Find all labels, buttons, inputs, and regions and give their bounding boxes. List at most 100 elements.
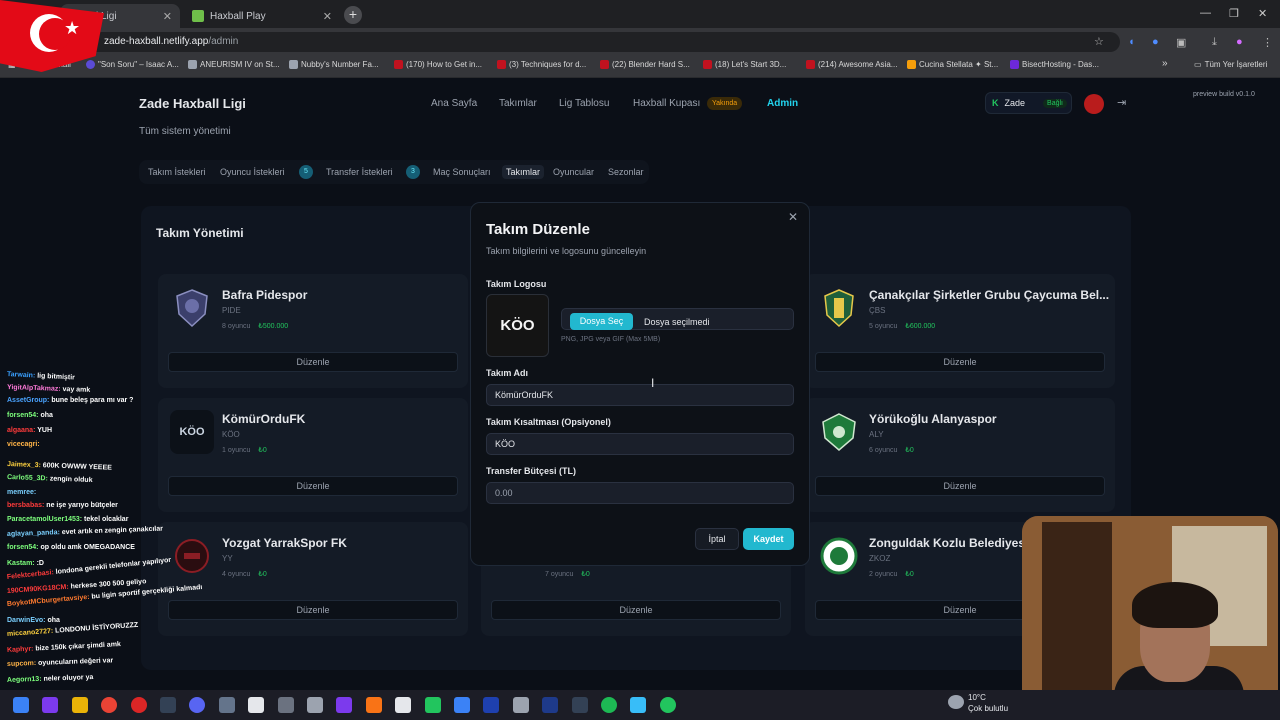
chat-username: vicecagri: [7,441,40,448]
team-logo [170,286,214,330]
avatar[interactable] [1084,94,1104,114]
edit-button[interactable]: Düzenle [815,476,1105,496]
chat-message: Kastam: :D [7,560,44,567]
chat-text: :D [34,560,44,567]
chat-message: forsen54: oha [7,412,53,419]
chat-username: Kastam: [7,560,35,567]
team-logo-preview: KÖO [486,294,549,357]
logout-icon[interactable]: ⇥ [1117,96,1126,109]
bookmark-item[interactable]: Cucina Stellata ✦ St... [907,60,998,69]
bookmark-item[interactable]: BisectHosting - Das... [1010,60,1099,69]
team-name-input[interactable]: KömürOrduFK [486,384,794,406]
tab-oyuncular[interactable]: Oyuncular [553,167,594,177]
chat-username: algaana: [7,427,36,434]
unreal-icon[interactable] [248,697,265,713]
soon-badge: Yakında [707,97,743,110]
fresco-icon[interactable] [483,697,500,713]
windows-icon[interactable] [13,697,29,713]
copilot-icon[interactable] [42,697,59,713]
bookmark-item[interactable]: (214) Awesome Asia... [806,60,897,69]
steam-icon[interactable] [571,697,588,713]
team-name: Yörükoğlu Alanyaspor [869,412,997,426]
app-icon[interactable] [395,697,412,713]
choose-file-button[interactable]: Dosya Seç [570,313,633,330]
chat-username: DarwinEvo: [7,617,46,624]
edit-button[interactable]: Düzenle [815,352,1105,372]
budget-input[interactable]: 0.00 [486,482,794,504]
budget: ₺0 [581,571,590,578]
abbr-label: Takım Kısaltması (Opsiyonel) [486,417,611,427]
steam-icon[interactable] [160,697,176,713]
unity-icon[interactable] [307,697,323,713]
edit-button[interactable]: Düzenle [168,352,458,372]
file-status: Dosya seçilmedi [644,317,710,327]
libreoffice-icon[interactable] [630,697,647,713]
bookmark-item[interactable]: ANEURISM IV on St... [188,60,280,69]
edit-button[interactable]: Düzenle [168,600,458,620]
user-chip[interactable]: K Zade Bağlı [985,92,1072,114]
tab-haxball-play[interactable]: Haxball Play ✕ [184,4,340,28]
xbox-icon[interactable] [659,697,676,713]
close-window-icon[interactable]: ✕ [1258,7,1267,20]
minimize-icon[interactable]: — [1200,7,1211,19]
edit-button[interactable]: Düzenle [491,600,781,620]
files-icon[interactable] [71,697,88,713]
team-abbr: ÇBS [869,306,886,315]
app-icon[interactable] [218,697,235,713]
close-tab-icon[interactable]: ✕ [163,10,172,23]
bookmark-item[interactable]: "Son Soru" – Isaac A... [86,60,179,69]
cancel-button[interactable]: İptal [695,528,739,550]
bookmark-item[interactable]: Nubby's Number Fa... [289,60,379,69]
download-icon[interactable]: ⤓ [1212,36,1217,49]
nav-admin[interactable]: Admin [767,98,798,109]
menu-icon[interactable]: ⋮ [1262,36,1273,49]
tab-takimlar[interactable]: Takımlar [502,165,545,179]
budget: ₺0 [258,447,267,454]
pycharm-icon[interactable] [424,697,441,713]
nav-ana-sayfa[interactable]: Ana Sayfa [431,98,477,109]
extension-icon[interactable]: ● [1152,36,1159,48]
nav-haxball-kupasi[interactable]: Haxball Kupası [633,98,700,109]
bookmark-item[interactable]: (18) Let's Start 3D... [703,60,786,69]
edit-button[interactable]: Düzenle [168,476,458,496]
more-bookmarks-icon[interactable]: » [1162,58,1168,69]
blender-icon[interactable] [365,697,382,713]
extension-icon[interactable]: ◖ [1128,36,1135,48]
chat-username: Aegorn13: [6,675,42,684]
opera-icon[interactable] [130,697,147,713]
visual-studio-icon[interactable] [336,697,353,713]
github-icon[interactable] [277,697,294,713]
nav-lig-tablosu[interactable]: Lig Tablosu [559,98,609,109]
tab-takim-istekleri[interactable]: Takım İstekleri [148,167,206,177]
maximize-icon[interactable]: ❐ [1229,7,1239,20]
tab-transfer-istekleri[interactable]: Transfer İstekleri [326,167,393,177]
bookmark-item[interactable]: (3) Techniques for d... [497,60,586,69]
team-card: Bafra Pidespor PIDE 8 oyuncu ₺500.000 Düz… [158,274,468,388]
profile-icon[interactable]: ● [1236,36,1243,48]
tab-label: Haxball Play [210,10,266,22]
extensions-puzzle-icon[interactable]: ▣ [1176,36,1186,49]
tab-oyuncu-istekleri[interactable]: Oyuncu İstekleri [220,167,285,177]
inkscape-icon[interactable] [512,697,529,713]
spotify-icon[interactable] [601,697,617,713]
url-field[interactable]: zade-haxball.netlify.app/admin [80,32,1120,52]
team-logo: KÖO [170,410,214,454]
close-icon[interactable]: ✕ [788,210,798,224]
site-title[interactable]: Zade Haxball Ligi [139,96,246,111]
save-button[interactable]: Kaydet [743,528,794,550]
tab-mac-sonuclari[interactable]: Maç Sonuçları [433,167,491,177]
close-tab-icon[interactable]: ✕ [323,10,332,23]
photoshop-icon[interactable] [542,697,559,713]
davinci-icon[interactable] [454,697,470,713]
team-abbr-input[interactable]: KÖO [486,433,794,455]
nav-takimlar[interactable]: Takımlar [499,98,537,109]
chat-message: AssetGroup: bune beleş para mı var ? [7,397,133,404]
bookmark-item[interactable]: (22) Blender Hard S... [600,60,690,69]
team-abbr: PIDE [222,306,241,315]
bookmark-star-icon[interactable]: ☆ [1094,35,1104,48]
chat-text: YUH [35,427,53,434]
new-tab-button[interactable]: + [344,6,362,24]
bookmark-item[interactable]: (170) How to Get in... [394,60,482,69]
all-bookmarks-folder[interactable]: ▭ Tüm Yer İşaretleri [1194,60,1267,69]
tab-sezonlar[interactable]: Sezonlar [608,167,644,177]
